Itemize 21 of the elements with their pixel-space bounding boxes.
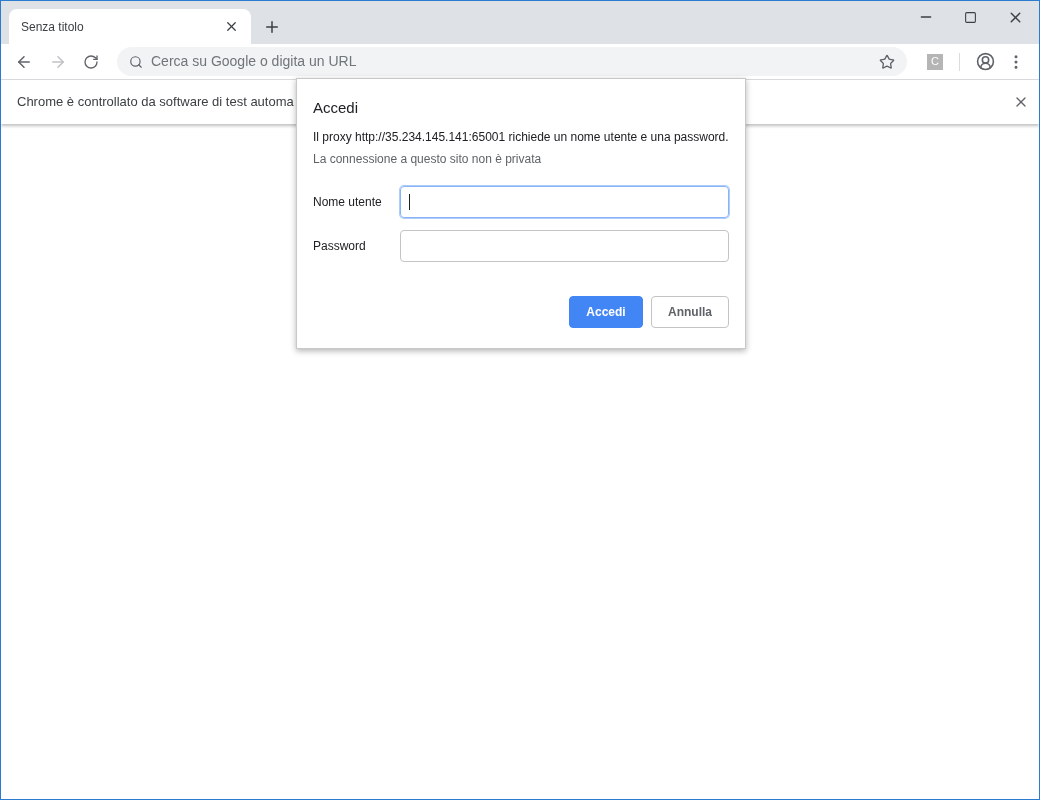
infobar-text: Chrome è controllato da software di test automa: [17, 93, 294, 112]
field-label: Password: [313, 237, 367, 255]
browser-tab[interactable]: Senza titolo: [9, 9, 251, 44]
omnibox-placeholder: Cerca su Google o digita un URL: [151, 52, 358, 71]
maximize-icon[interactable]: [964, 11, 977, 24]
reload-icon[interactable]: [83, 53, 99, 70]
sign-in-button[interactable]: Accedi: [569, 295, 643, 328]
profile-icon[interactable]: [976, 52, 995, 71]
tab-title: Senza titolo: [21, 18, 84, 36]
dialog-title: Accedi: [313, 98, 360, 118]
new-tab-icon[interactable]: [263, 18, 281, 36]
search-icon: [129, 54, 143, 69]
omnibox[interactable]: Cerca su Google o digita un URL: [117, 47, 907, 76]
dialog-warning: La connessione a questo sito non è privata: [313, 150, 543, 168]
cancel-button[interactable]: Annulla: [651, 295, 729, 328]
input-field[interactable]: [400, 185, 729, 218]
input-field[interactable]: [400, 229, 729, 262]
close-icon[interactable]: [224, 19, 239, 34]
star-icon[interactable]: [879, 53, 895, 70]
field-label: Nome utente: [313, 193, 383, 211]
dialog-message: Il proxy http://35.234.145.141:65001 richiede un nome utente e una password.: [313, 128, 729, 146]
